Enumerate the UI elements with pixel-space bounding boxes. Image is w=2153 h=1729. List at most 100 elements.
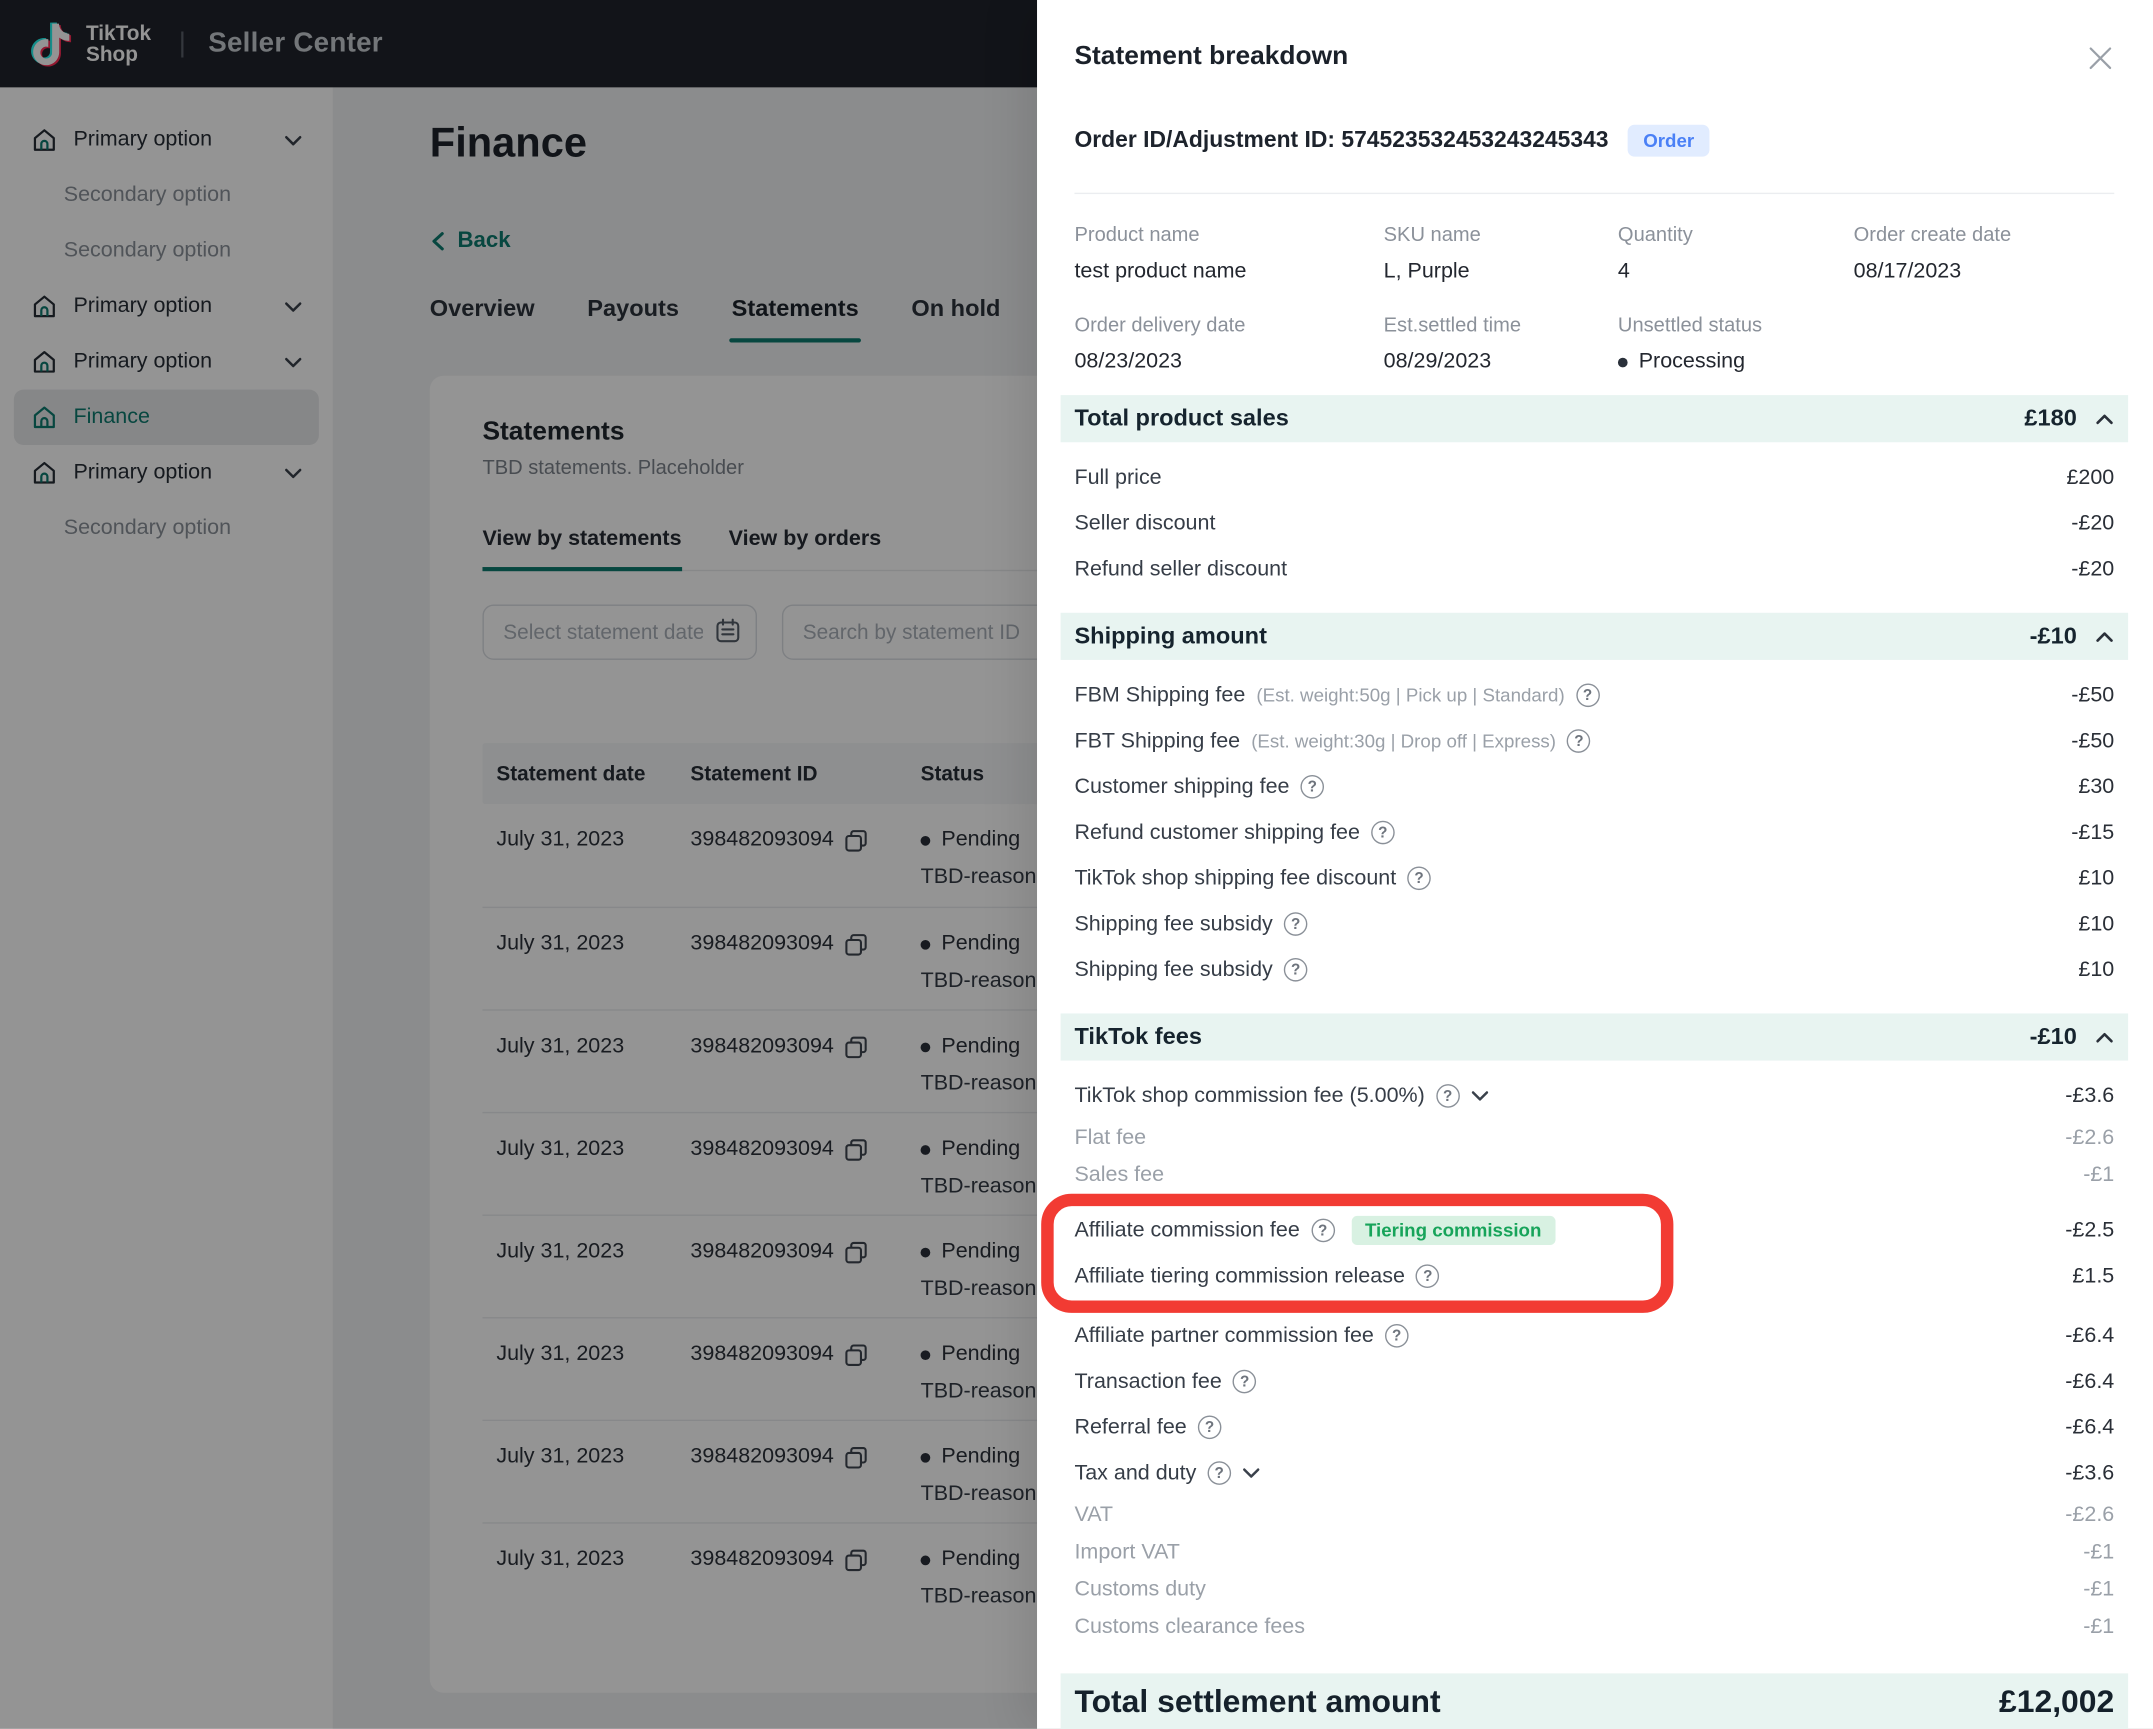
section-header-tiktok-fees[interactable]: TikTok fees -£10	[1060, 1013, 2129, 1061]
fee-value: -£20	[2071, 510, 2115, 535]
fee-row-left: Refund seller discount	[1074, 557, 1287, 582]
fee-value: -£1	[2083, 1539, 2115, 1564]
detail-order-create-date: Order create date 08/17/2023	[1854, 225, 2115, 285]
fee-row-left: Affiliate tiering commission release?	[1074, 1263, 1440, 1289]
fee-row-left: Transaction fee?	[1074, 1369, 1257, 1394]
fee-row-shipping-fee-subsidy: Shipping fee subsidy? £10	[1074, 901, 2114, 947]
fee-label: Affiliate partner commission fee	[1074, 1323, 1374, 1347]
detail-value: 08/29/2023	[1384, 349, 1618, 374]
total-settlement-bar: Total settlement amount £12,002	[1060, 1673, 2129, 1729]
detail-product-name: Product name test product name	[1074, 225, 1383, 285]
detail-value-text: Processing	[1638, 349, 1746, 373]
help-icon[interactable]: ?	[1415, 1264, 1440, 1288]
detail-value: 08/17/2023	[1854, 259, 2115, 284]
fee-value: £10	[2078, 865, 2115, 890]
fee-value: -£6.4	[2065, 1414, 2115, 1439]
fee-row-transaction-fee: Transaction fee? -£6.4	[1074, 1359, 2114, 1405]
fee-value: £200	[2066, 465, 2115, 489]
order-id-text: Order ID/Adjustment ID: 5745235324532432…	[1074, 127, 1609, 153]
detail-label: Quantity	[1617, 224, 1693, 247]
section-header-shipping-amount[interactable]: Shipping amount -£10	[1060, 612, 2129, 660]
detail-order-delivery-date: Order delivery date 08/23/2023	[1074, 315, 1383, 375]
section-amount: £180	[2024, 404, 2077, 432]
fee-row-import-vat: Import VAT -£1	[1074, 1533, 2114, 1570]
section-amount: -£10	[2029, 622, 2077, 649]
help-icon[interactable]: ?	[1283, 958, 1308, 982]
detail-value: L, Purple	[1384, 259, 1618, 284]
fee-label: Sales fee	[1074, 1162, 1165, 1187]
help-icon[interactable]: ?	[1283, 912, 1308, 936]
detail-value-text: 08/17/2023	[1853, 259, 1962, 283]
fee-label: Customs clearance fees	[1074, 1614, 1305, 1639]
fee-label: Seller discount	[1074, 510, 1216, 535]
fee-label: Refund seller discount	[1074, 556, 1288, 581]
chevron-up-icon[interactable]	[2095, 630, 2114, 642]
detail-value-text: 4	[1617, 259, 1630, 283]
fee-value: -£20	[2071, 556, 2115, 581]
help-icon[interactable]: ?	[1575, 683, 1600, 708]
fee-row-left: TikTok shop commission fee (5.00%)?	[1074, 1083, 1488, 1108]
fee-value: -£6.4	[2065, 1323, 2115, 1347]
fee-label: Transaction fee	[1074, 1369, 1222, 1393]
fee-row-left: Full price	[1074, 465, 1161, 490]
fee-row-affiliate-partner-commission-fee: Affiliate partner commission fee? -£6.4	[1074, 1313, 2114, 1359]
fee-sections: Total product sales £180 Full price £200 Sel…	[1041, 395, 2129, 1646]
fee-value: £10	[2078, 957, 2115, 981]
fee-row-left: FBM Shipping fee (Est. weight:50g | Pick …	[1074, 682, 1600, 708]
fee-row-sales-fee: Sales fee -£1	[1074, 1156, 2114, 1193]
fee-row-left: Shipping fee subsidy?	[1074, 912, 1308, 937]
fee-row-left: Customer shipping fee?	[1074, 774, 1325, 799]
fee-value: -£50	[2071, 728, 2115, 753]
detail-unsettled-status: Unsettled status Processing	[1617, 314, 1854, 375]
fee-row-left: Import VAT	[1074, 1540, 1179, 1565]
statement-breakdown-drawer: Statement breakdown Order ID/Adjustment …	[1037, 0, 2153, 1729]
detail-label: Order delivery date	[1074, 314, 1246, 337]
fee-row-left: TikTok shop shipping fee discount?	[1074, 866, 1431, 891]
help-icon[interactable]: ?	[1310, 1218, 1335, 1243]
close-icon[interactable]	[2087, 44, 2115, 72]
section-title: TikTok fees	[1074, 1023, 1202, 1050]
status-dot	[1617, 356, 1628, 367]
help-icon[interactable]: ?	[1207, 1461, 1231, 1485]
help-icon[interactable]: ?	[1371, 820, 1395, 845]
fee-label: VAT	[1074, 1502, 1114, 1526]
fee-row-left: Flat fee	[1074, 1125, 1146, 1150]
fee-row-affiliate-tiering-commission-release: Affiliate tiering commission release? £1.…	[1074, 1253, 2114, 1299]
section-amount-group: -£10	[2030, 622, 2115, 650]
fee-row-customer-shipping-fee: Customer shipping fee? £30	[1074, 764, 2114, 810]
help-icon[interactable]: ?	[1197, 1415, 1222, 1440]
chevron-up-icon[interactable]	[2095, 1031, 2114, 1043]
fee-row-seller-discount: Seller discount -£20	[1074, 500, 2114, 546]
help-icon[interactable]: ?	[1232, 1369, 1257, 1394]
fee-row-left: Sales fee	[1074, 1162, 1164, 1187]
fee-row-customs-clearance-fees: Customs clearance fees -£1	[1074, 1608, 2114, 1645]
detail-value-text: test product name	[1074, 259, 1247, 283]
help-icon[interactable]: ?	[1384, 1324, 1409, 1348]
fee-note: (Est. weight:50g | Pick up | Standard)	[1256, 684, 1565, 706]
chevron-down-icon[interactable]	[1242, 1467, 1260, 1479]
chevron-up-icon[interactable]	[2095, 412, 2114, 424]
chevron-down-icon[interactable]	[1471, 1090, 1489, 1102]
help-icon[interactable]: ?	[1567, 729, 1591, 753]
fee-row-left: Customs duty	[1074, 1577, 1205, 1602]
fee-label: Affiliate tiering commission release	[1074, 1263, 1405, 1288]
fee-label: FBT Shipping fee	[1074, 728, 1241, 753]
fee-label: TikTok shop commission fee (5.00%)	[1074, 1083, 1425, 1108]
detail-label: Unsettled status	[1617, 314, 1763, 337]
fee-value: -£2.5	[2065, 1217, 2115, 1242]
section-header-total-product-sales[interactable]: Total product sales £180	[1060, 395, 2129, 443]
fee-row-tiktok-shop-commission-fee-5-00: TikTok shop commission fee (5.00%)? -£3.6	[1074, 1073, 2114, 1119]
help-icon[interactable]: ?	[1435, 1084, 1460, 1108]
detail-value-text: L, Purple	[1383, 259, 1470, 283]
fee-row-referral-fee: Referral fee? -£6.4	[1074, 1404, 2114, 1450]
fee-row-tiktok-shop-shipping-fee-discount: TikTok shop shipping fee discount? £10	[1074, 855, 2114, 901]
fee-row-affiliate-commission-fee: Affiliate commission fee? Tiering commiss…	[1074, 1208, 2114, 1254]
tiering-commission-badge: Tiering commission	[1351, 1215, 1556, 1245]
fee-row-left: Affiliate commission fee? Tiering commiss…	[1074, 1215, 1556, 1245]
fee-label: FBM Shipping fee	[1074, 682, 1246, 707]
fee-row-left: Refund customer shipping fee?	[1074, 820, 1395, 845]
help-icon[interactable]: ?	[1407, 866, 1431, 891]
help-icon[interactable]: ?	[1300, 774, 1325, 799]
drawer-title: Statement breakdown	[1074, 41, 1349, 71]
fee-row-left: Referral fee?	[1074, 1415, 1222, 1440]
